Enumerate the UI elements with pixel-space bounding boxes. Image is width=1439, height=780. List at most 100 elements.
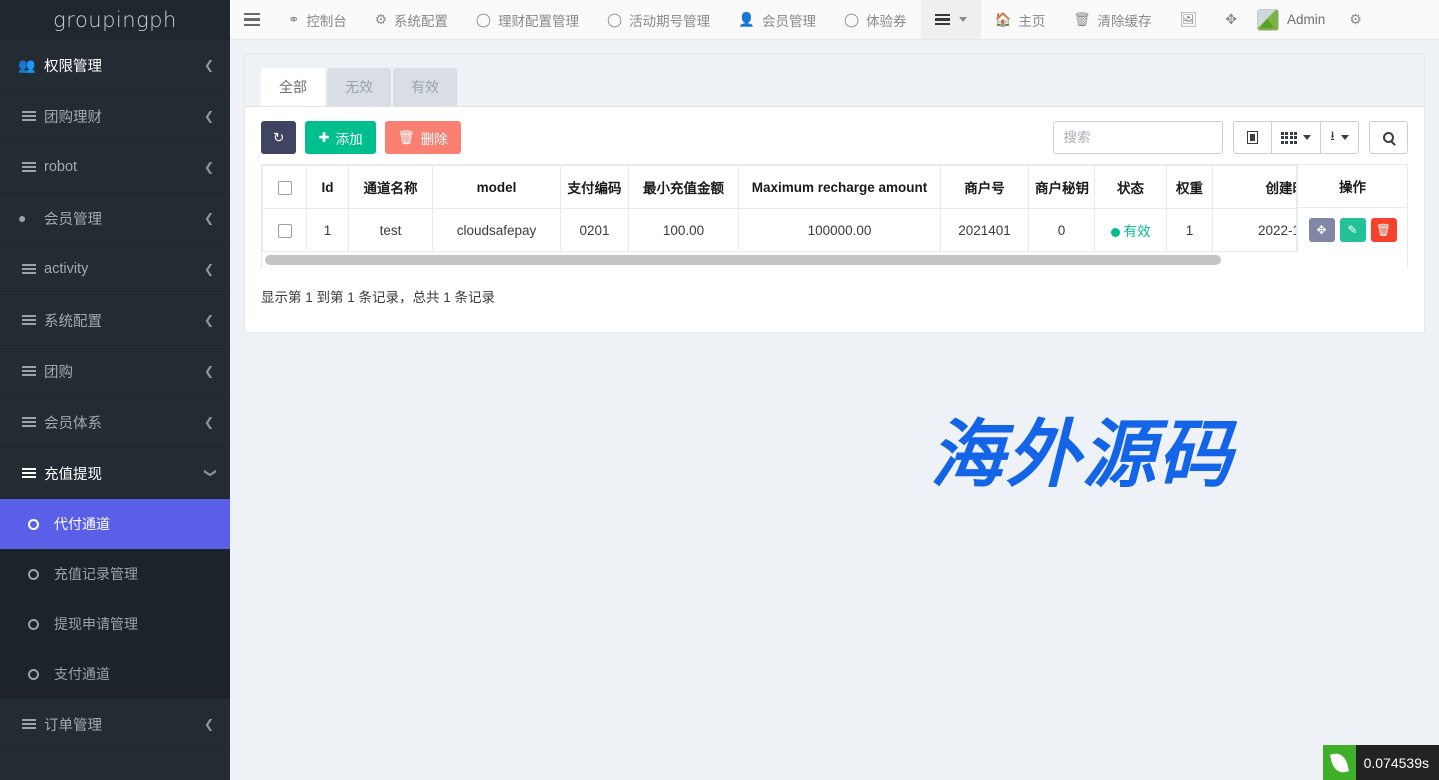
select-all-header[interactable] (263, 166, 307, 209)
chevron-left-icon: ❮ (204, 314, 214, 326)
col-weight[interactable]: 权重 (1167, 166, 1213, 209)
table-view-buttons: ⭳ (1233, 121, 1360, 154)
select-all-checkbox[interactable] (278, 181, 292, 195)
col-min-recharge[interactable]: 最小充值金额 (629, 166, 739, 209)
table-toolbar: ↻ ✚ 添加 🗑 删除 (245, 107, 1424, 164)
cell-model: cloudsafepay (433, 209, 561, 252)
brand-name: groupingph (53, 8, 177, 32)
topnav-item-console[interactable]: ⚭ 控制台 (274, 0, 361, 39)
circle-icon: ◯ (844, 12, 859, 28)
user-icon: 👤 (738, 12, 755, 28)
tab-all[interactable]: 全部 (261, 68, 325, 106)
sidebar-toggle-icon[interactable] (230, 0, 274, 39)
col-model[interactable]: model (433, 166, 561, 209)
sidebar-subitem-label: 充值记录管理 (54, 564, 138, 584)
columns-toggle-icon[interactable] (1233, 121, 1272, 154)
topnav-item-label: 理财配置管理 (498, 10, 579, 30)
sidebar-subitem-withdraw-requests[interactable]: 提现申请管理 (0, 599, 230, 649)
add-button-label: 添加 (336, 128, 363, 148)
sidebar-item-label: 充值提现 (44, 463, 204, 484)
sidebar-item-label: 团购 (44, 361, 204, 382)
sidebar-subitem-payout-channel[interactable]: 代付通道 (0, 499, 230, 549)
sidebar-item-robot[interactable]: robot ❮ (0, 142, 230, 193)
list-icon (18, 111, 40, 121)
chevron-down-icon (1303, 135, 1311, 140)
circle-icon (28, 669, 50, 680)
col-pay-code[interactable]: 支付编码 (561, 166, 629, 209)
topnav-item-finance-config[interactable]: ◯ 理财配置管理 (462, 0, 593, 39)
col-channel-name[interactable]: 通道名称 (349, 166, 433, 209)
chevron-down-icon (959, 17, 967, 22)
status-badge: 有效 (1124, 224, 1151, 239)
scrollbar-thumb[interactable] (265, 255, 1221, 265)
sidebar-item-permission[interactable]: 👥 权限管理 ❮ (0, 40, 230, 91)
record-count-text: 显示第 1 到第 1 条记录，总共 1 条记录 (245, 268, 1424, 332)
avatar (1257, 9, 1279, 31)
topnav-tabs-dropdown[interactable] (921, 0, 981, 39)
tab-invalid[interactable]: 无效 (327, 68, 391, 106)
topnav-item-label: 活动期号管理 (629, 10, 710, 30)
sidebar-item-member-system[interactable]: 会员体系 ❮ (0, 397, 230, 448)
list-icon (18, 719, 40, 729)
circle-icon: ◯ (476, 12, 491, 28)
sidebar-subitem-label: 提现申请管理 (54, 614, 138, 634)
sidebar-subitem-payment-channel[interactable]: 支付通道 (0, 649, 230, 699)
dashboard-icon: ⚭ (288, 12, 299, 28)
list-icon (18, 264, 40, 274)
sidebar-item-group-finance[interactable]: 团购理财 ❮ (0, 91, 230, 142)
sidebar: groupingph 👥 权限管理 ❮ 团购理财 ❮ robot ❮ ● 会员管… (0, 0, 230, 780)
gear-icon: ⚙ (375, 12, 387, 28)
trash-icon: 🗑 (398, 130, 415, 146)
col-id[interactable]: Id (307, 166, 349, 209)
export-icon[interactable]: ⭳ (1320, 121, 1359, 154)
horizontal-scrollbar[interactable] (261, 252, 1408, 268)
topnav-item-clear-cache[interactable]: 🗑 清除缓存 (1059, 0, 1165, 39)
grid-view-icon[interactable] (1271, 121, 1322, 154)
bars-dropdown-icon (935, 14, 950, 26)
topnav-item-system-config[interactable]: ⚙ 系统配置 (361, 0, 462, 39)
col-merchant-no[interactable]: 商户号 (941, 166, 1029, 209)
fullscreen-icon[interactable]: ✥ (1211, 0, 1251, 39)
topnav-item-trial-coupon[interactable]: ◯ 体验券 (830, 0, 921, 39)
sidebar-item-order-manage[interactable]: 订单管理 ❮ (0, 699, 230, 750)
users-icon: 👥 (18, 57, 40, 74)
user-name: Admin (1287, 12, 1325, 27)
search-icon[interactable] (1369, 121, 1408, 154)
table-row[interactable]: 1 test cloudsafepay 0201 100.00 100000.0… (263, 209, 1409, 252)
sidebar-item-label: activity (44, 261, 204, 277)
move-icon[interactable]: ✥ (1309, 218, 1335, 242)
tab-valid[interactable]: 有效 (393, 68, 457, 106)
row-checkbox[interactable] (278, 224, 292, 238)
topnav-item-activity-period[interactable]: ◯ 活动期号管理 (593, 0, 724, 39)
row-select-cell[interactable] (263, 209, 307, 252)
add-button[interactable]: ✚ 添加 (305, 121, 375, 154)
sidebar-subitem-label: 支付通道 (54, 664, 110, 684)
refresh-button[interactable]: ↻ (261, 121, 296, 154)
theme-switch-icon[interactable]: 🖼 (1166, 0, 1212, 39)
status-dot-icon (1111, 228, 1120, 237)
sidebar-item-recharge-withdraw[interactable]: 充值提现 ❮ (0, 448, 230, 499)
col-merchant-key[interactable]: 商户秘钥 (1029, 166, 1095, 209)
circle-icon (28, 619, 50, 630)
chevron-left-icon: ❮ (204, 718, 214, 730)
delete-button[interactable]: 🗑 删除 (385, 121, 461, 154)
trace-badge[interactable]: 0.074539s (1323, 745, 1439, 780)
delete-icon[interactable]: 🗑 (1371, 218, 1397, 242)
settings-gears-icon[interactable]: ⚙ (1335, 0, 1376, 39)
topnav-item-member-manage[interactable]: 👤 会员管理 (724, 0, 830, 39)
sidebar-item-system-config[interactable]: 系统配置 ❮ (0, 295, 230, 346)
topnav-item-home[interactable]: 🏠 主页 (981, 0, 1060, 39)
col-status[interactable]: 状态 (1095, 166, 1167, 209)
sidebar-item-member-manage[interactable]: ● 会员管理 ❮ (0, 193, 230, 244)
tab-label: 有效 (411, 77, 439, 97)
sidebar-item-groupbuy[interactable]: 团购 ❮ (0, 346, 230, 397)
chevron-left-icon: ❮ (204, 263, 214, 275)
list-icon (18, 162, 40, 172)
edit-icon[interactable]: ✎ (1340, 218, 1366, 242)
search-input[interactable] (1053, 121, 1223, 154)
sidebar-item-activity[interactable]: activity ❮ (0, 244, 230, 295)
user-menu[interactable]: Admin (1251, 0, 1335, 39)
col-max-recharge[interactable]: Maximum recharge amount (739, 166, 941, 209)
brand-header[interactable]: groupingph (0, 0, 230, 40)
sidebar-subitem-recharge-records[interactable]: 充值记录管理 (0, 549, 230, 599)
